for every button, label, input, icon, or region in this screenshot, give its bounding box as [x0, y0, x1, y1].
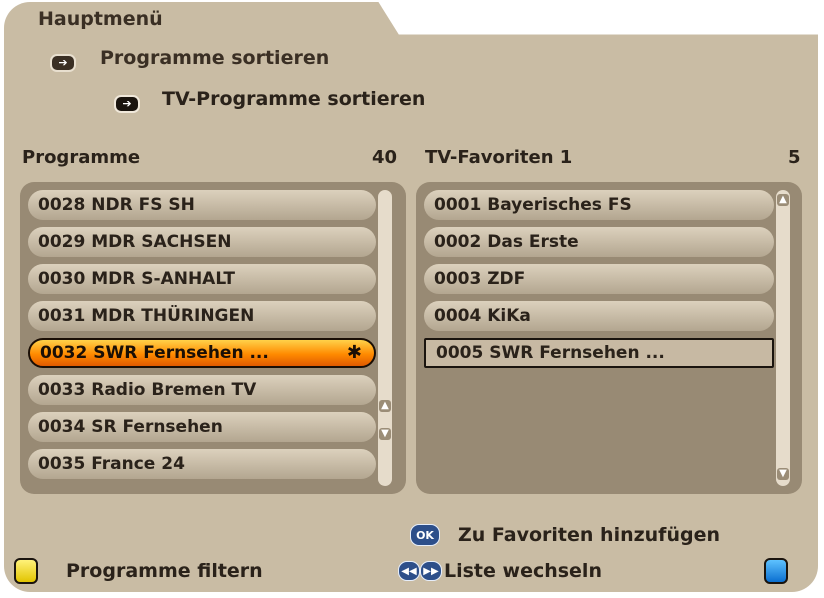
left-list-count: 40: [372, 147, 398, 168]
list-item[interactable]: 0034 SR Fernsehen: [28, 412, 376, 442]
rewind-icon[interactable]: ◀◀: [398, 561, 420, 581]
list-item[interactable]: 0030 MDR S-ANHALT: [28, 264, 376, 294]
ok-button[interactable]: OK: [410, 524, 440, 546]
breadcrumb-root: Hauptmenü: [38, 8, 163, 30]
scrollbar[interactable]: ▲ ▼: [776, 190, 790, 486]
star-icon: ✱: [346, 342, 362, 363]
yellow-button-icon[interactable]: [14, 558, 38, 584]
list-item[interactable]: 0003 ZDF: [424, 264, 774, 294]
filter-label: Programme filtern: [66, 560, 263, 582]
list-item[interactable]: 0033 Radio Bremen TV: [28, 375, 376, 405]
switch-list-label: Liste wechseln: [444, 560, 602, 582]
arrow-right-icon: ➔: [50, 54, 76, 72]
list-item[interactable]: 0031 MDR THÜRINGEN: [28, 301, 376, 331]
blue-button-icon[interactable]: [764, 558, 788, 584]
list-item-label: 0032 SWR Fernsehen ...: [40, 343, 269, 363]
arrow-right-icon: ➔: [114, 95, 140, 113]
left-list-title: Programme: [22, 147, 141, 168]
add-favorites-label: Zu Favoriten hinzufügen: [458, 524, 720, 546]
scroll-up-icon[interactable]: ▲: [777, 194, 789, 206]
list-item[interactable]: 0028 NDR FS SH: [28, 190, 376, 220]
right-list-count: 5: [788, 147, 801, 168]
list-item-cursor[interactable]: 0005 SWR Fernsehen ...: [424, 338, 774, 368]
breadcrumb-level2: TV-Programme sortieren: [162, 88, 426, 110]
scroll-down-icon[interactable]: ▼: [777, 468, 789, 480]
scroll-down-icon[interactable]: ▼: [379, 428, 391, 440]
scroll-up-icon[interactable]: ▲: [379, 400, 391, 412]
list-item[interactable]: 0029 MDR SACHSEN: [28, 227, 376, 257]
list-item-selected[interactable]: 0032 SWR Fernsehen ... ✱: [28, 338, 376, 368]
breadcrumb-level1: Programme sortieren: [100, 47, 330, 69]
list-item[interactable]: 0002 Das Erste: [424, 227, 774, 257]
right-list-title: TV-Favoriten 1: [425, 147, 573, 168]
favorites-list[interactable]: 0001 Bayerisches FS 0002 Das Erste 0003 …: [416, 182, 802, 494]
programme-list[interactable]: 0028 NDR FS SH 0029 MDR SACHSEN 0030 MDR…: [20, 182, 406, 494]
list-item[interactable]: 0001 Bayerisches FS: [424, 190, 774, 220]
scrollbar[interactable]: ▲ ▼: [378, 190, 392, 486]
fast-forward-icon[interactable]: ▶▶: [420, 561, 442, 581]
list-item[interactable]: 0035 France 24: [28, 449, 376, 479]
list-item[interactable]: 0004 KiKa: [424, 301, 774, 331]
